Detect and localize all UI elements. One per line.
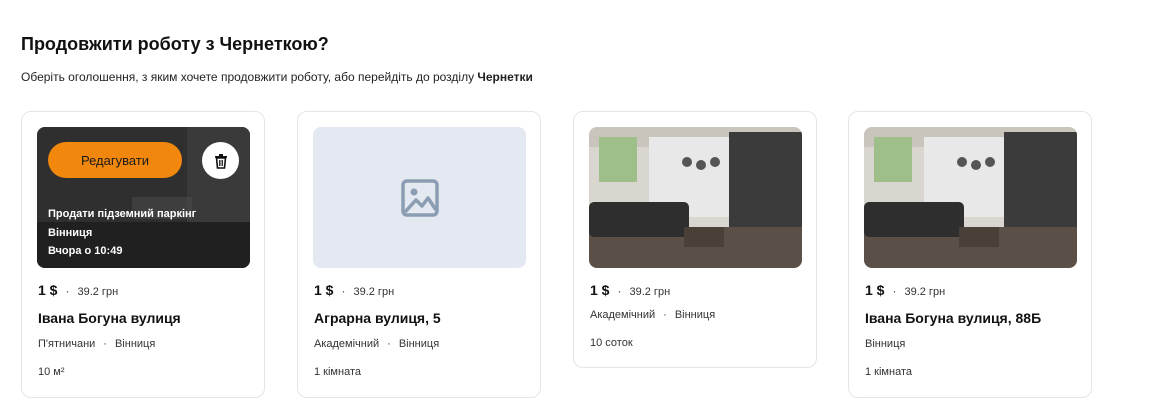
listing-title: Аграрна вулиця, 5 (314, 310, 441, 326)
listing-detail: 1 кімната (865, 366, 912, 378)
listing-detail: 10 м² (38, 366, 65, 378)
subtitle-text: Оберіть оголошення, з яким хочете продов… (21, 70, 478, 84)
listing-photo[interactable] (313, 127, 526, 268)
price-uah: 39.2 грн (904, 286, 946, 298)
listing-detail: 10 соток (590, 337, 633, 349)
separator: · (341, 284, 346, 298)
edit-button[interactable]: Редагувати (48, 142, 182, 178)
listing-photo[interactable] (864, 127, 1077, 268)
living-room-photo (589, 127, 802, 268)
price-usd: 1 $ (38, 282, 58, 298)
price-usd: 1 $ (865, 282, 885, 298)
price-uah: 39.2 грн (77, 286, 119, 298)
location: Академічний · Вінниця (314, 338, 439, 350)
separator: · (663, 309, 667, 321)
delete-button[interactable] (202, 142, 239, 179)
separator: · (892, 284, 897, 298)
price-row: 1 $ · 39.2 грн (865, 282, 945, 298)
separator: · (617, 284, 622, 298)
listing-title: Івана Богуна вулиця, 88Б (865, 310, 1042, 326)
price-row: 1 $ · 39.2 грн (314, 282, 394, 298)
location: Академічний · Вінниця (590, 309, 715, 321)
listing-title: Івана Богуна вулиця (38, 310, 181, 326)
price-row: 1 $ · 39.2 грн (590, 282, 670, 298)
draft-card-1[interactable]: Редагувати Продати підземний паркінг Він… (21, 111, 265, 398)
city: Вінниця (674, 309, 716, 321)
listing-photo[interactable]: Редагувати Продати підземний паркінг Він… (37, 127, 250, 268)
page-subtitle: Оберіть оголошення, з яким хочете продов… (21, 70, 533, 84)
separator: · (103, 338, 107, 350)
separator: · (387, 338, 391, 350)
listing-photo[interactable] (589, 127, 802, 268)
location: Вінниця (865, 338, 905, 350)
drafts-link[interactable]: Чернетки (477, 70, 532, 84)
district: Академічний (314, 338, 380, 350)
image-placeholder-icon (400, 178, 439, 217)
city: Вінниця (114, 338, 156, 350)
location: П'ятничани · Вінниця (38, 338, 155, 350)
overlay-time: Вчора о 10:49 (48, 245, 123, 257)
price-usd: 1 $ (314, 282, 334, 298)
price-uah: 39.2 грн (353, 286, 395, 298)
living-room-photo (864, 127, 1077, 268)
city: Вінниця (398, 338, 440, 350)
price-usd: 1 $ (590, 282, 610, 298)
price-row: 1 $ · 39.2 грн (38, 282, 118, 298)
separator: · (65, 284, 70, 298)
draft-card-4[interactable]: 1 $ · 39.2 грн Івана Богуна вулиця, 88Б … (848, 111, 1092, 398)
draft-card-2[interactable]: 1 $ · 39.2 грн Аграрна вулиця, 5 Академі… (297, 111, 541, 398)
trash-icon (214, 153, 227, 169)
city: Вінниця (865, 338, 906, 350)
overlay-city: Вінниця (48, 227, 93, 239)
listing-detail: 1 кімната (314, 366, 361, 378)
draft-card-3[interactable]: 1 $ · 39.2 грн Академічний · Вінниця 10 … (573, 111, 817, 368)
district: П'ятничани (38, 338, 96, 350)
overlay-ad-title: Продати підземний паркінг (48, 208, 197, 220)
district: Академічний (590, 309, 656, 321)
page-title: Продовжити роботу з Чернеткою? (21, 34, 329, 54)
price-uah: 39.2 грн (629, 286, 671, 298)
